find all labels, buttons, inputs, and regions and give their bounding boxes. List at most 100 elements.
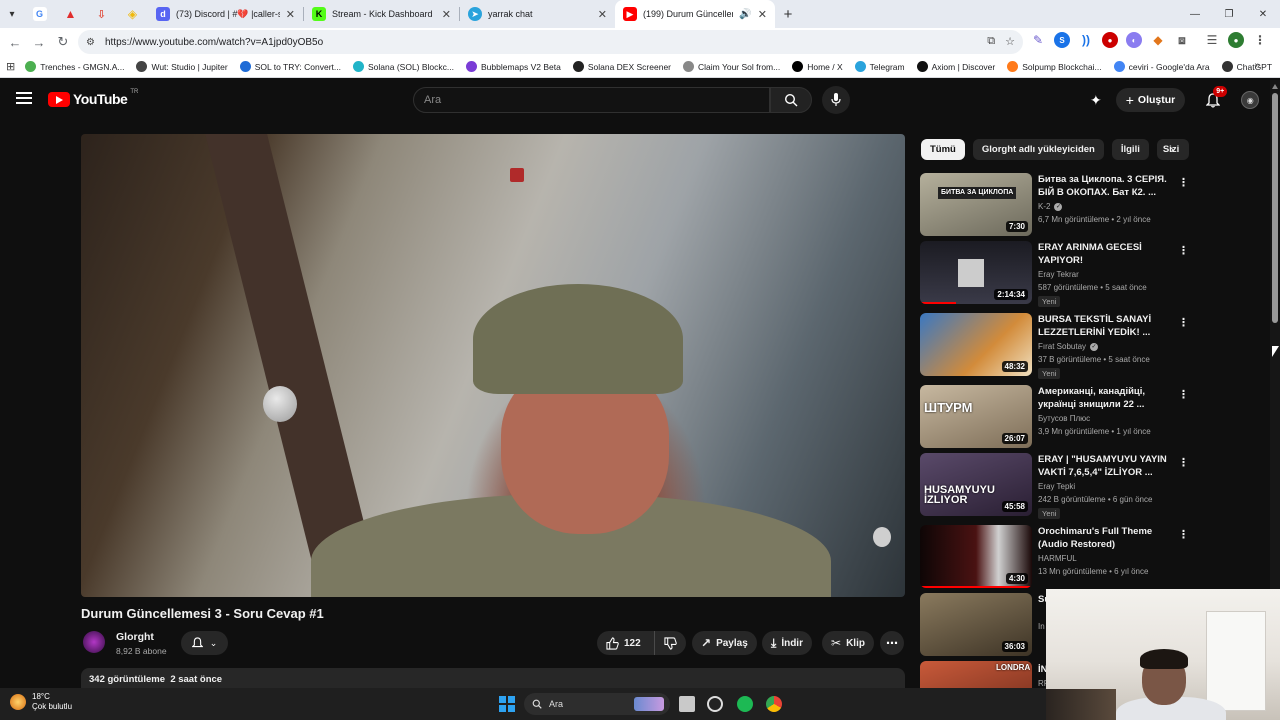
- video-player[interactable]: [81, 134, 905, 597]
- tab-discord[interactable]: d (73) Discord | #💔 |caller-spotli ✕: [148, 0, 303, 28]
- bookmark-item[interactable]: ChatGPT: [1221, 61, 1272, 72]
- recommended-video[interactable]: 48:32 BURSA TEKSTİL SANAYİ LEZZETLERİNİ …: [920, 313, 1190, 379]
- tab-close-icon[interactable]: ✕: [442, 8, 451, 21]
- channel-watermark-icon[interactable]: [873, 527, 891, 547]
- audio-playing-icon[interactable]: 🔊: [739, 9, 751, 20]
- youtube-logo[interactable]: YouTube TR: [48, 89, 138, 107]
- task-view-icon[interactable]: [679, 696, 695, 712]
- scroll-up-arrow-icon[interactable]: [1272, 84, 1278, 89]
- bookmark-item[interactable]: Home / X: [792, 61, 843, 72]
- search-input[interactable]: [424, 88, 769, 112]
- video-thumbnail[interactable]: 4:30: [920, 525, 1032, 588]
- chevron-right-icon[interactable]: ›: [1163, 141, 1181, 159]
- shazam-extension-icon[interactable]: S: [1054, 32, 1070, 48]
- channel-avatar[interactable]: [83, 631, 105, 653]
- close-window-icon[interactable]: ✕: [1246, 0, 1280, 28]
- recommended-video[interactable]: 2:14:34 ERAY ARINMA GECESİ YAPIYOR! Eray…: [920, 241, 1190, 307]
- bookmark-item[interactable]: Axiom | Discover: [916, 61, 995, 72]
- recommended-video[interactable]: ШТУРМ 26:07 Американці, канадійці, украї…: [920, 385, 1190, 449]
- scrollbar-thumb[interactable]: [1272, 93, 1278, 323]
- voice-search-button[interactable]: [822, 86, 850, 114]
- video-thumbnail[interactable]: БИТВА ЗА ЦИКЛОПА 7:30: [920, 173, 1032, 236]
- video-thumbnail[interactable]: 2:14:34: [920, 241, 1032, 304]
- bookmark-item[interactable]: ceviri - Google'da Ara: [1113, 61, 1210, 72]
- audio-extension-icon[interactable]: )): [1078, 32, 1094, 48]
- video-thumbnail[interactable]: 36:03: [920, 593, 1032, 656]
- chip-from-uploader[interactable]: Glorght adlı yükleyiciden: [972, 139, 1104, 160]
- extensions-puzzle-icon[interactable]: ⧈: [1174, 32, 1190, 48]
- weather-widget[interactable]: 18°C Çok bulutlu: [10, 692, 72, 712]
- video-thumbnail[interactable]: LONDRA: [920, 661, 1032, 688]
- bookmark-item[interactable]: Bubblemaps V2 Beta: [465, 61, 561, 72]
- account-avatar[interactable]: ◉: [1241, 91, 1260, 109]
- bookmark-item[interactable]: Solana DEX Screener: [572, 61, 671, 72]
- windows-start-icon[interactable]: [499, 696, 515, 712]
- profile-avatar-icon[interactable]: ●: [1228, 32, 1244, 48]
- install-app-icon[interactable]: ⧉: [987, 35, 995, 48]
- back-icon[interactable]: ←: [3, 30, 27, 54]
- chrome-icon[interactable]: [766, 696, 782, 712]
- chrome-menu-icon[interactable]: ⋮: [1252, 32, 1268, 48]
- kebab-menu-icon[interactable]: ⋮: [1178, 243, 1189, 259]
- channel-name[interactable]: Eray Tepki: [1038, 482, 1075, 491]
- bookmark-item[interactable]: Telegram: [854, 61, 905, 72]
- chip-all[interactable]: Tümü: [921, 139, 965, 160]
- bookmark-item[interactable]: Claim Your Sol from...: [683, 61, 780, 72]
- new-tab-button[interactable]: +: [775, 6, 801, 23]
- kebab-menu-icon[interactable]: ⋮: [1178, 527, 1189, 543]
- taskbar-search[interactable]: Ara: [524, 693, 670, 715]
- chip-related[interactable]: İlgili: [1111, 139, 1149, 160]
- channel-name[interactable]: Fırat Sobutay: [1038, 342, 1086, 351]
- tab-close-icon[interactable]: ✕: [286, 8, 295, 21]
- metamask-extension-icon[interactable]: ◆: [1150, 32, 1166, 48]
- bookmark-item[interactable]: Solpump Blockchai...: [1007, 61, 1102, 72]
- restore-icon[interactable]: ❐: [1212, 0, 1246, 28]
- url-text[interactable]: https://www.youtube.com/watch?v=A1jpd0yO…: [105, 37, 323, 48]
- recommended-video[interactable]: БИТВА ЗА ЦИКЛОПА 7:30 Битва за Циклопа. …: [920, 173, 1190, 237]
- download-button[interactable]: ⤓ İndir: [762, 631, 812, 655]
- video-thumbnail[interactable]: 48:32: [920, 313, 1032, 376]
- dislike-button[interactable]: [655, 631, 686, 655]
- kebab-menu-icon[interactable]: ⋮: [1178, 455, 1189, 471]
- tab-close-icon[interactable]: ✕: [758, 8, 767, 21]
- channel-name[interactable]: K-2: [1038, 202, 1050, 211]
- tab-youtube-active[interactable]: ▶ (199) Durum Güncellemesi 🔊 ✕: [615, 0, 775, 28]
- tab-close-icon[interactable]: ✕: [598, 8, 607, 21]
- pinned-tab-binance[interactable]: ◈: [117, 0, 148, 28]
- forward-icon[interactable]: →: [27, 30, 51, 54]
- recommended-video[interactable]: HUSAMYUYU İZLIYOR 45:58 ERAY | "HUSAMYUY…: [920, 453, 1190, 519]
- bookmark-star-icon[interactable]: ☆: [1005, 35, 1015, 48]
- channel-name[interactable]: Glorght: [116, 631, 154, 643]
- spotify-icon[interactable]: [737, 696, 753, 712]
- recommended-video[interactable]: 4:30 Orochimaru's Full Theme (Audio Rest…: [920, 525, 1190, 589]
- create-button[interactable]: + Oluştur: [1115, 88, 1186, 112]
- bookmark-item[interactable]: Solana (SOL) Blockc...: [353, 61, 454, 72]
- pinned-tab-google[interactable]: G: [24, 0, 55, 28]
- notifications-button[interactable]: 9+: [1203, 86, 1228, 110]
- kebab-menu-icon[interactable]: ⋮: [1178, 315, 1189, 331]
- site-info-icon[interactable]: ⚙: [86, 37, 95, 48]
- more-actions-button[interactable]: ⋯: [880, 631, 904, 655]
- subscription-bell-button[interactable]: ⌄: [181, 631, 228, 655]
- share-button[interactable]: ↗ Paylaş: [692, 631, 757, 655]
- pinned-tab-download[interactable]: ⇩: [86, 0, 117, 28]
- search-button[interactable]: [770, 87, 812, 113]
- obs-icon[interactable]: [707, 696, 723, 712]
- kebab-menu-icon[interactable]: ⋮: [1178, 387, 1189, 403]
- minimize-icon[interactable]: —: [1178, 0, 1212, 28]
- tab-telegram[interactable]: ➤ yarrak chat ✕: [460, 0, 615, 28]
- menu-hamburger-icon[interactable]: [16, 92, 32, 107]
- pen-extension-icon[interactable]: ✎: [1030, 32, 1046, 48]
- bookmarks-overflow-icon[interactable]: »: [1254, 60, 1260, 71]
- clip-button[interactable]: ✂ Klip: [822, 631, 874, 655]
- reload-icon[interactable]: ↻: [51, 30, 75, 54]
- red-extension-icon[interactable]: ●: [1102, 32, 1118, 48]
- like-button[interactable]: 122: [597, 631, 655, 655]
- channel-name[interactable]: Бутусов Плюс: [1038, 414, 1090, 423]
- video-thumbnail[interactable]: HUSAMYUYU İZLIYOR 45:58: [920, 453, 1032, 516]
- video-thumbnail[interactable]: ШТУРМ 26:07: [920, 385, 1032, 448]
- kebab-menu-icon[interactable]: ⋮: [1178, 175, 1189, 191]
- apps-grid-icon[interactable]: ⊞: [6, 60, 15, 73]
- phantom-extension-icon[interactable]: ◐: [1126, 32, 1142, 48]
- channel-name[interactable]: HARMFUL: [1038, 554, 1077, 563]
